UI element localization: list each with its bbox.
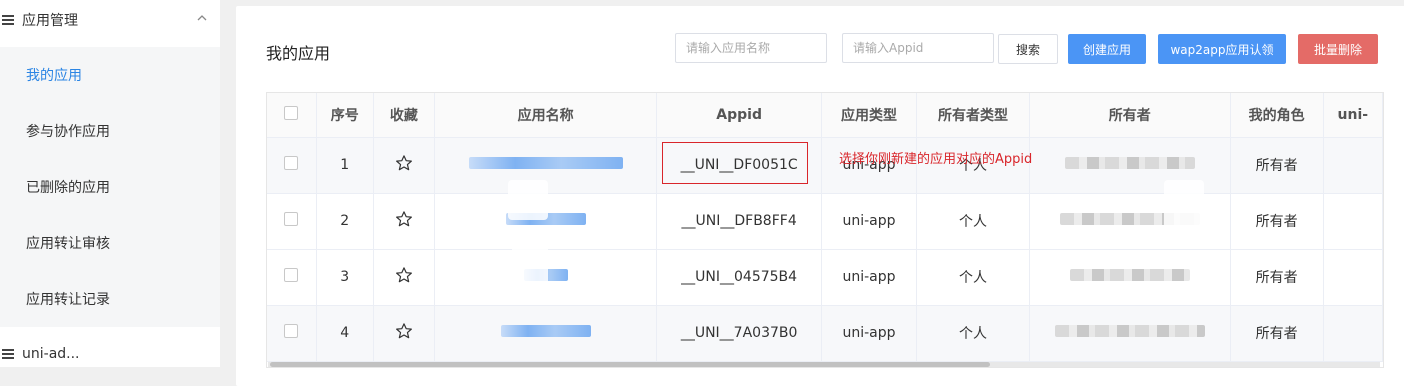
chevron-up-icon[interactable]: [196, 12, 208, 24]
sidebar-item-label: 参与协作应用: [26, 124, 110, 140]
col-header-uni: uni-: [1323, 93, 1383, 138]
row-no: 2: [316, 193, 374, 250]
col-header-owner: 所有者: [1029, 93, 1231, 138]
col-header-favorite: 收藏: [373, 93, 436, 138]
table-row[interactable]: 3 __UNI__04575B4 uni-app 个人 所有者: [267, 249, 1383, 306]
create-app-button[interactable]: 创建应用: [1068, 34, 1146, 64]
sidebar-item-transfer-review[interactable]: 应用转让审核: [0, 215, 220, 271]
sidebar-submenu: 我的应用 参与协作应用 已删除的应用 应用转让审核 应用转让记录: [0, 47, 220, 327]
app-name-link-redacted[interactable]: [500, 325, 591, 337]
sidebar-item-my-apps[interactable]: 我的应用: [0, 47, 220, 103]
sidebar-item-label: 应用转让记录: [26, 292, 110, 308]
sidebar-item-collab-apps[interactable]: 参与协作应用: [0, 103, 220, 159]
star-icon[interactable]: [395, 210, 413, 228]
annotation-text: 选择你刚新建的应用对应的Appid: [839, 152, 1033, 167]
col-header-no: 序号: [316, 93, 374, 138]
star-icon[interactable]: [395, 266, 413, 284]
scrollbar-thumb[interactable]: [270, 362, 990, 367]
sidebar-group-uni-ad[interactable]: uni-ad...: [0, 334, 220, 374]
redaction-smudge: [512, 245, 548, 305]
table-horizontal-scrollbar[interactable]: [268, 362, 1380, 367]
row-checkbox[interactable]: [284, 268, 299, 282]
col-header-my-role: 我的角色: [1230, 93, 1324, 138]
table-row[interactable]: 1 __UNI__DF0051C uni-app 个人 所有者: [267, 137, 1383, 194]
col-header-app-type: 应用类型: [821, 93, 918, 138]
row-role: 所有者: [1230, 249, 1324, 306]
sidebar-item-transfer-records[interactable]: 应用转让记录: [0, 271, 220, 327]
wap2app-claim-button[interactable]: wap2app应用认领: [1158, 34, 1286, 64]
row-no: 4: [316, 305, 374, 362]
row-appid: __UNI__04575B4: [656, 249, 823, 306]
owner-redacted: [1054, 325, 1205, 337]
row-role: 所有者: [1230, 137, 1324, 194]
row-app-type: uni-app: [821, 249, 918, 306]
row-appid: __UNI__7A037B0: [656, 305, 823, 362]
list-icon: [2, 14, 16, 26]
row-role: 所有者: [1230, 305, 1324, 362]
sidebar: 应用管理 我的应用 参与协作应用 已删除的应用 应用转让审核 应用转让记录 un…: [0, 0, 220, 367]
row-owner-type: 个人: [916, 193, 1030, 250]
sidebar-item-label: 已删除的应用: [26, 180, 110, 196]
col-header-app-name: 应用名称: [434, 93, 658, 138]
app-name-search-input[interactable]: [675, 33, 827, 63]
sidebar-item-label: 应用转让审核: [26, 236, 110, 252]
sidebar-item-deleted-apps[interactable]: 已删除的应用: [0, 159, 220, 215]
col-header-appid: Appid: [656, 93, 823, 138]
owner-redacted: [1069, 269, 1190, 281]
row-appid: __UNI__DFB8FF4: [656, 193, 823, 250]
row-checkbox[interactable]: [284, 324, 299, 338]
owner-redacted: [1064, 157, 1195, 169]
row-checkbox[interactable]: [284, 156, 299, 170]
batch-delete-button[interactable]: 批量删除: [1298, 34, 1378, 64]
list-icon: [2, 348, 16, 360]
sidebar-group-label: 应用管理: [22, 13, 78, 29]
row-owner-type: 个人: [916, 305, 1030, 362]
sidebar-item-label: 我的应用: [26, 68, 82, 84]
row-appid: __UNI__DF0051C: [656, 137, 823, 194]
select-all-checkbox[interactable]: [284, 105, 299, 120]
sidebar-group-app-management[interactable]: 应用管理: [0, 0, 220, 40]
star-icon[interactable]: [395, 322, 413, 340]
row-no: 3: [316, 249, 374, 306]
page-title: 我的应用: [266, 44, 331, 63]
row-no: 1: [316, 137, 374, 194]
row-app-type: uni-app: [821, 193, 918, 250]
row-role: 所有者: [1230, 193, 1324, 250]
table-row[interactable]: 4 __UNI__7A037B0 uni-app 个人 所有者: [267, 305, 1383, 362]
app-name-link-redacted[interactable]: [468, 157, 623, 169]
row-owner-type: 个人: [916, 249, 1030, 306]
appid-search-input[interactable]: [842, 33, 994, 63]
star-icon[interactable]: [395, 154, 413, 172]
table-row[interactable]: 2 __UNI__DFB8FF4 uni-app 个人 所有者: [267, 193, 1383, 250]
select-all-cell[interactable]: [267, 93, 317, 138]
row-app-type: uni-app: [821, 305, 918, 362]
redaction-smudge: [508, 180, 548, 220]
sidebar-group-label: uni-ad...: [22, 346, 80, 362]
apps-table: 序号 收藏 应用名称 Appid 应用类型 所有者类型 所有者 我的角色 uni…: [266, 92, 1384, 368]
search-button[interactable]: 搜索: [998, 34, 1058, 64]
row-checkbox[interactable]: [284, 212, 299, 226]
col-header-owner-type: 所有者类型: [916, 93, 1030, 138]
table-header-row: 序号 收藏 应用名称 Appid 应用类型 所有者类型 所有者 我的角色 uni…: [267, 93, 1383, 138]
redaction-smudge: [1164, 180, 1204, 240]
